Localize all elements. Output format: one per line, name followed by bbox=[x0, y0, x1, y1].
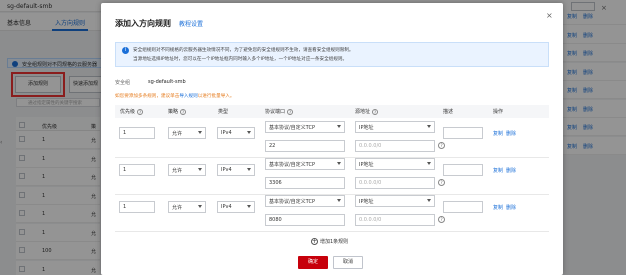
dialog-title: 添加入方向规则 bbox=[115, 19, 171, 28]
type-select[interactable]: IPv4 bbox=[217, 164, 255, 176]
close-icon[interactable]: × bbox=[546, 11, 553, 20]
source-ip-input[interactable]: 0.0.0.0/0 bbox=[355, 140, 435, 152]
chevron-down-icon bbox=[198, 168, 202, 171]
header-protocol-port: 协议端口? bbox=[265, 108, 294, 115]
port-input[interactable]: 22 bbox=[265, 140, 345, 152]
chevron-down-icon bbox=[427, 199, 431, 202]
help-icon[interactable]: ? bbox=[438, 142, 445, 149]
policy-select[interactable]: 允许 bbox=[168, 127, 206, 139]
help-icon[interactable]: ? bbox=[287, 108, 294, 115]
priority-input[interactable]: 1 bbox=[119, 164, 155, 176]
cancel-button[interactable]: 取消 bbox=[333, 256, 363, 269]
tutorial-link[interactable]: 教程设置 bbox=[179, 19, 203, 28]
chevron-down-icon bbox=[427, 125, 431, 128]
chevron-down-icon bbox=[337, 125, 341, 128]
priority-input[interactable]: 1 bbox=[119, 127, 155, 139]
notice-line-1: 安全组规则对不同规格的云服务器生效情况不同，为了避免您的安全组规则不生效，请查看… bbox=[133, 48, 354, 53]
header-type: 类型 bbox=[218, 109, 229, 115]
chevron-down-icon bbox=[247, 131, 251, 134]
chevron-down-icon bbox=[247, 168, 251, 171]
header-source: 源地址? bbox=[355, 108, 379, 115]
chevron-down-icon bbox=[198, 205, 202, 208]
protocol-select[interactable]: 基本协议/自定义TCP bbox=[265, 158, 345, 170]
description-input[interactable] bbox=[443, 201, 483, 213]
import-hint: 如您要添加多条规则，建议单击导入规则以进行批量导入。 bbox=[115, 94, 235, 99]
description-input[interactable] bbox=[443, 127, 483, 139]
notice-banner: i 安全组规则对不同规格的云服务器生效情况不同，为了避免您的安全组规则不生效，请… bbox=[115, 42, 549, 67]
delete-link[interactable]: 删除 bbox=[506, 204, 516, 211]
rules-table-header: 优先级? 策略? 类型 协议端口? 源地址? 描述 操作 bbox=[115, 105, 549, 118]
copy-link[interactable]: 复制 bbox=[493, 167, 503, 174]
source-ip-input[interactable]: 0.0.0.0/0 bbox=[355, 177, 435, 189]
chevron-down-icon bbox=[247, 205, 251, 208]
confirm-button[interactable]: 确定 bbox=[298, 256, 328, 269]
source-type-select[interactable]: IP地址 bbox=[355, 195, 435, 207]
source-type-select[interactable]: IP地址 bbox=[355, 121, 435, 133]
source-type-select[interactable]: IP地址 bbox=[355, 158, 435, 170]
protocol-select[interactable]: 基本协议/自定义TCP bbox=[265, 121, 345, 133]
header-operation: 操作 bbox=[493, 109, 504, 115]
help-icon[interactable]: ? bbox=[438, 216, 445, 223]
chevron-down-icon bbox=[198, 131, 202, 134]
port-input[interactable]: 3306 bbox=[265, 177, 345, 189]
copy-link[interactable]: 复制 bbox=[493, 204, 503, 211]
security-group-value: sg-default-smb bbox=[148, 79, 186, 85]
info-icon: i bbox=[122, 47, 129, 54]
help-icon[interactable]: ? bbox=[137, 108, 144, 115]
port-input[interactable]: 8080 bbox=[265, 214, 345, 226]
policy-select[interactable]: 允许 bbox=[168, 164, 206, 176]
help-icon[interactable]: ? bbox=[372, 108, 379, 115]
security-group-row: 安全组 sg-default-smb bbox=[115, 79, 186, 86]
rule-row: 1 允许 IPv4 基本协议/自定义TCP 8080 IP地址 0.0.0.0/0? 复制 删除 bbox=[115, 195, 549, 232]
chevron-down-icon bbox=[427, 162, 431, 165]
policy-select[interactable]: 允许 bbox=[168, 201, 206, 213]
header-priority: 优先级? bbox=[120, 108, 144, 115]
add-one-rule-button[interactable]: + 增加1条规则 bbox=[311, 238, 348, 245]
rule-row: 1 允许 IPv4 基本协议/自定义TCP 22 IP地址 0.0.0.0/0? 复制 删除 bbox=[115, 121, 549, 158]
security-group-label: 安全组 bbox=[115, 80, 131, 86]
plus-circle-icon: + bbox=[311, 238, 318, 245]
description-input[interactable] bbox=[443, 164, 483, 176]
copy-link[interactable]: 复制 bbox=[493, 130, 503, 137]
notice-line-2: 当源地址选择IP地址时，您可以在一个IP地址框内同时输入多个IP地址，一个IP地… bbox=[133, 57, 348, 62]
delete-link[interactable]: 删除 bbox=[506, 167, 516, 174]
import-rules-link[interactable]: 导入规则 bbox=[179, 94, 197, 99]
help-icon[interactable]: ? bbox=[180, 108, 187, 115]
chevron-down-icon bbox=[337, 162, 341, 165]
header-policy: 策略? bbox=[168, 108, 187, 115]
delete-link[interactable]: 删除 bbox=[506, 130, 516, 137]
add-inbound-rule-dialog: 添加入方向规则 教程设置 × i 安全组规则对不同规格的云服务器生效情况不同，为… bbox=[101, 3, 563, 275]
chevron-down-icon bbox=[337, 199, 341, 202]
header-description: 描述 bbox=[443, 109, 454, 115]
priority-input[interactable]: 1 bbox=[119, 201, 155, 213]
rule-row: 1 允许 IPv4 基本协议/自定义TCP 3306 IP地址 0.0.0.0/0? 复制 删除 bbox=[115, 158, 549, 195]
help-icon[interactable]: ? bbox=[438, 179, 445, 186]
type-select[interactable]: IPv4 bbox=[217, 127, 255, 139]
source-ip-input[interactable]: 0.0.0.0/0 bbox=[355, 214, 435, 226]
protocol-select[interactable]: 基本协议/自定义TCP bbox=[265, 195, 345, 207]
type-select[interactable]: IPv4 bbox=[217, 201, 255, 213]
